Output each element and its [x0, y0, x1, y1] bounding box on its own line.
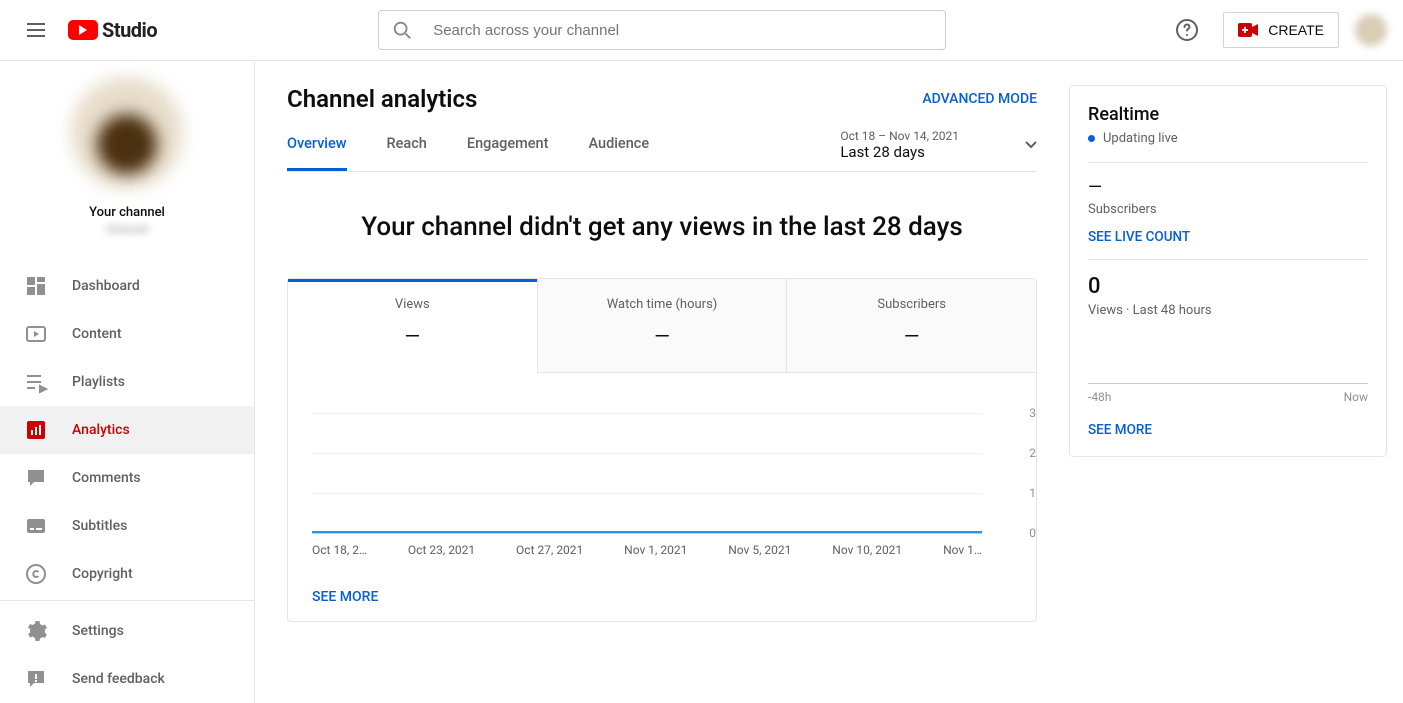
sidebar-item-copyright[interactable]: Copyright [0, 550, 254, 598]
metric-tab-watchtime[interactable]: Watch time (hours) — [537, 279, 787, 373]
main: Channel analytics ADVANCED MODE Overview… [255, 61, 1403, 703]
hamburger-menu-icon[interactable] [16, 10, 56, 50]
channel-block: Your channel channel [0, 77, 254, 252]
metric-value: — [548, 324, 777, 348]
metric-tab-subscribers[interactable]: Subscribers — [786, 279, 1036, 373]
daterange-label: Last 28 days [840, 143, 959, 161]
chart-yaxis: 3 2 1 0 [1012, 413, 1036, 533]
advanced-mode-link[interactable]: ADVANCED MODE [922, 91, 1037, 107]
chevron-down-icon [1025, 139, 1037, 151]
see-live-count-link[interactable]: SEE LIVE COUNT [1088, 229, 1190, 245]
rt-views48-label: Views · Last 48 hours [1088, 303, 1368, 318]
metric-title: Subscribers [797, 297, 1026, 312]
dashboard-icon [24, 274, 48, 298]
logo-text: Studio [102, 18, 157, 42]
sidebar-item-label: Subtitles [72, 518, 127, 534]
side-panel: Realtime Updating live — Subscribers SEE… [1069, 61, 1403, 703]
sidebar-nav: Dashboard Content Playlists Analytics Co… [0, 252, 254, 703]
chart: 3 2 1 0 Oct 18, 2… Oct 23, 2021 Oct 27, … [288, 373, 1036, 573]
channel-avatar[interactable] [71, 77, 183, 189]
metric-title: Watch time (hours) [548, 297, 777, 312]
sidebar-item-settings[interactable]: Settings [0, 607, 254, 655]
overview-headline: Your channel didn't get any views in the… [287, 212, 1037, 242]
sidebar-item-label: Settings [72, 623, 124, 639]
sidebar-item-subtitles[interactable]: Subtitles [0, 502, 254, 550]
create-label: CREATE [1268, 22, 1324, 38]
rt-timerange: -48h Now [1088, 390, 1368, 404]
sidebar-item-feedback[interactable]: Send feedback [0, 655, 254, 703]
content-icon [24, 322, 48, 346]
overview-card: Views — Watch time (hours) — Subscribers… [287, 278, 1037, 622]
help-icon[interactable] [1167, 10, 1207, 50]
live-dot-icon [1088, 135, 1095, 142]
create-camera-icon [1238, 23, 1258, 37]
sidebar-item-dashboard[interactable]: Dashboard [0, 262, 254, 310]
comments-icon [24, 466, 48, 490]
play-logo-icon [68, 20, 98, 40]
page-title: Channel analytics [287, 85, 477, 113]
rt-views48-value: 0 [1088, 274, 1368, 299]
header: Studio CREATE [0, 0, 1403, 61]
copyright-icon [24, 562, 48, 586]
sidebar-item-playlists[interactable]: Playlists [0, 358, 254, 406]
rt-subscribers-label: Subscribers [1088, 202, 1368, 217]
sidebar-item-comments[interactable]: Comments [0, 454, 254, 502]
sidebar-item-label: Send feedback [72, 671, 165, 687]
metric-tab-views[interactable]: Views — [288, 279, 537, 373]
daterange-range: Oct 18 – Nov 14, 2021 [840, 129, 959, 143]
tabs: Overview Reach Engagement Audience [287, 135, 649, 171]
playlists-icon [24, 370, 48, 394]
rt-sparkline [1088, 348, 1368, 384]
channel-name: channel [106, 222, 148, 236]
chart-xaxis: Oct 18, 2… Oct 23, 2021 Oct 27, 2021 Nov… [312, 543, 982, 557]
subtitles-icon [24, 514, 48, 538]
realtime-card: Realtime Updating live — Subscribers SEE… [1069, 85, 1387, 457]
see-more-link[interactable]: SEE MORE [288, 573, 402, 621]
metric-value: — [797, 324, 1026, 348]
daterange-selector[interactable]: Oct 18 – Nov 14, 2021 Last 28 days [840, 129, 1037, 171]
feedback-icon [24, 667, 48, 691]
youtube-studio-logo[interactable]: Studio [68, 18, 157, 42]
sidebar: Your channel channel Dashboard Content P… [0, 61, 255, 703]
account-avatar[interactable] [1355, 14, 1387, 46]
tab-engagement[interactable]: Engagement [467, 135, 549, 171]
metric-title: Views [298, 297, 527, 312]
sidebar-item-label: Analytics [72, 422, 130, 438]
sidebar-item-label: Playlists [72, 374, 125, 390]
tab-audience[interactable]: Audience [588, 135, 649, 171]
tab-reach[interactable]: Reach [387, 135, 427, 171]
sidebar-item-label: Copyright [72, 566, 133, 582]
sidebar-item-label: Dashboard [72, 278, 140, 294]
search-box[interactable] [378, 10, 946, 50]
header-actions: CREATE [1167, 10, 1387, 50]
tab-overview[interactable]: Overview [287, 135, 347, 171]
gear-icon [24, 619, 48, 643]
create-button[interactable]: CREATE [1223, 12, 1339, 48]
rt-subscribers-value: — [1088, 177, 1368, 198]
rt-see-more-link[interactable]: SEE MORE [1088, 422, 1152, 438]
your-channel-label: Your channel [89, 205, 165, 220]
search-container [157, 10, 1167, 50]
sidebar-item-label: Comments [72, 470, 141, 486]
search-input[interactable] [433, 22, 933, 39]
updating-indicator: Updating live [1088, 131, 1368, 146]
realtime-title: Realtime [1088, 104, 1368, 125]
search-icon [391, 19, 413, 41]
sidebar-item-analytics[interactable]: Analytics [0, 406, 254, 454]
metric-value: — [298, 324, 527, 348]
sidebar-item-content[interactable]: Content [0, 310, 254, 358]
sidebar-item-label: Content [72, 326, 122, 342]
analytics-icon [24, 418, 48, 442]
